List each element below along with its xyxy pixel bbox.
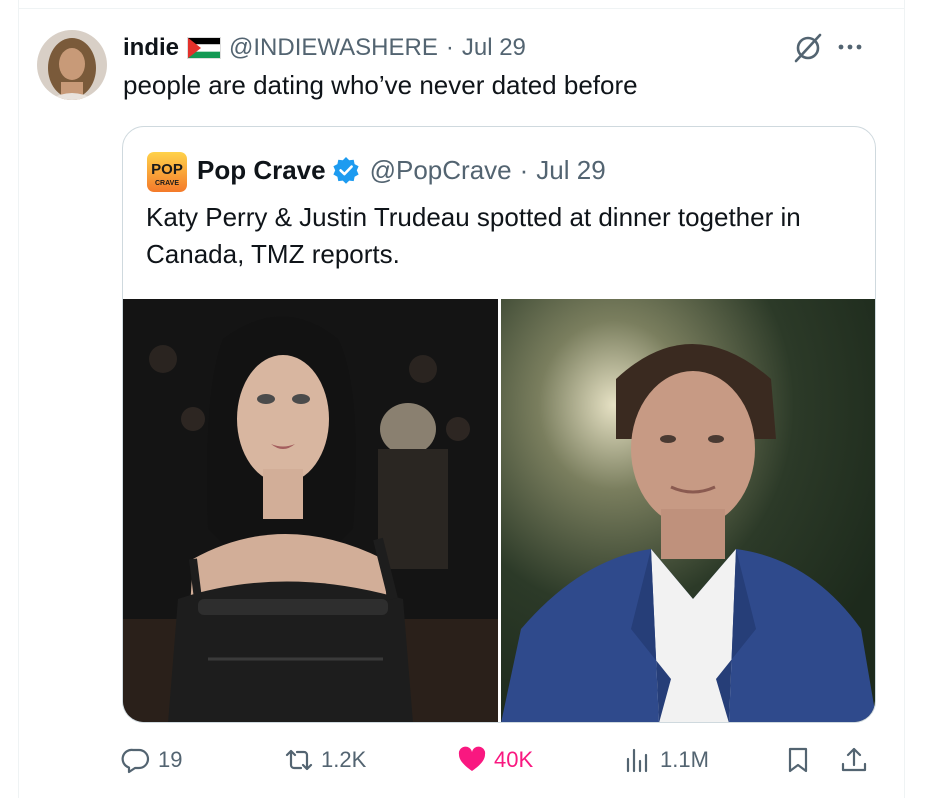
quoted-tweet-card[interactable]: POP CRAVE Pop Crave @PopCrave · Jul 29 K… xyxy=(122,126,876,723)
action-bar: 19 1.2K 40K 1.1M xyxy=(0,735,942,785)
share-button[interactable] xyxy=(838,735,870,785)
heart-icon xyxy=(458,746,486,771)
grok-icon[interactable] xyxy=(790,30,826,66)
reply-icon xyxy=(121,748,150,774)
pop-crave-logo[interactable]: POP CRAVE xyxy=(147,152,187,192)
like-count: 40K xyxy=(494,747,534,772)
views-count: 1.1M xyxy=(660,747,709,772)
reply-button[interactable]: 19 xyxy=(120,735,182,785)
bookmark-icon xyxy=(788,747,808,773)
share-icon xyxy=(841,747,867,772)
like-button[interactable]: 40K xyxy=(456,735,533,785)
verified-badge-icon xyxy=(332,156,360,184)
views-icon xyxy=(626,748,648,773)
frame-left-border xyxy=(18,0,19,798)
pop-crave-logo-text: POP xyxy=(151,161,183,178)
quoted-separator-dot: · xyxy=(519,154,529,185)
tweet-text: people are dating who’ve never dated bef… xyxy=(123,70,638,100)
photo-woman-dark-hair[interactable] xyxy=(123,299,498,722)
tweet-date[interactable]: Jul 29 xyxy=(462,34,526,62)
quoted-header: Pop Crave @PopCrave · Jul 29 xyxy=(197,154,606,186)
palestine-flag-icon xyxy=(187,37,222,59)
tweet-header: indie @INDIEWASHERE · Jul 29 xyxy=(123,33,526,63)
author-avatar[interactable] xyxy=(37,30,107,100)
author-display-name[interactable]: indie xyxy=(123,34,179,62)
pop-crave-logo-subtext: CRAVE xyxy=(155,180,179,187)
quoted-media-grid xyxy=(123,299,875,722)
quoted-date[interactable]: Jul 29 xyxy=(536,155,605,186)
views-button[interactable]: 1.1M xyxy=(622,735,709,785)
author-handle[interactable]: @INDIEWASHERE xyxy=(229,34,438,62)
reply-count: 19 xyxy=(158,747,183,772)
photo-man-blue-suit[interactable] xyxy=(501,299,875,722)
quoted-tweet-text: Katy Perry & Justin Trudeau spotted at d… xyxy=(146,202,801,269)
more-options-icon[interactable] xyxy=(836,36,864,58)
quoted-handle[interactable]: @PopCrave xyxy=(370,155,512,186)
separator-dot: · xyxy=(445,34,454,61)
repost-count: 1.2K xyxy=(321,747,367,772)
frame-top-border xyxy=(18,8,905,9)
repost-icon xyxy=(285,749,313,771)
frame-right-border xyxy=(904,0,905,798)
bookmark-button[interactable] xyxy=(782,735,814,785)
quoted-display-name[interactable]: Pop Crave xyxy=(197,155,326,186)
repost-button[interactable]: 1.2K xyxy=(283,735,366,785)
